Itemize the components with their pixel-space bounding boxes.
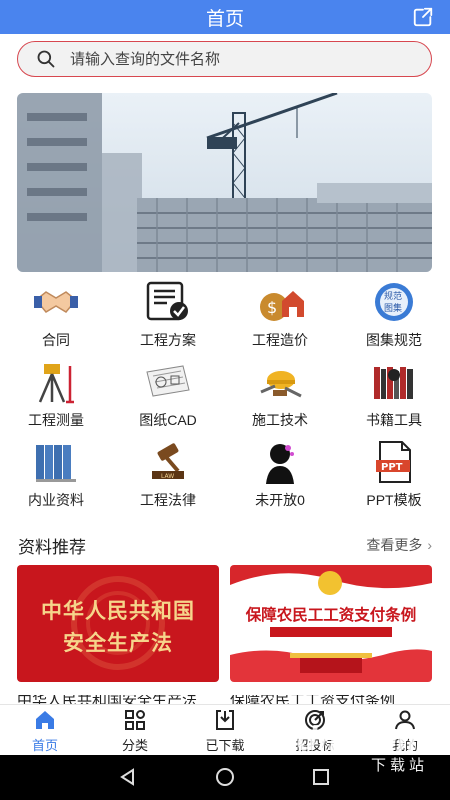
- svg-text:LAW: LAW: [161, 473, 174, 480]
- card-title-line2: 安全生产法: [63, 630, 173, 655]
- category-label: 工程造价: [252, 332, 308, 348]
- card-title-line1: 保障农民工工资支付条例: [245, 607, 417, 624]
- recommend-card[interactable]: 中华人民共和国 安全生产法: [17, 565, 219, 682]
- top-bar: 首页: [0, 0, 450, 34]
- tab-mine[interactable]: 我的: [360, 708, 450, 754]
- category-contract[interactable]: 合同: [0, 280, 112, 356]
- user-icon: [395, 710, 415, 730]
- svg-text:规范: 规范: [384, 290, 402, 302]
- bid-target-icon: [305, 710, 325, 730]
- tab-label: 首页: [31, 738, 58, 753]
- chevron-right-icon: ›: [427, 537, 432, 553]
- category-construction-tech[interactable]: 施工技术: [224, 360, 336, 436]
- tab-label: 已下载: [205, 738, 245, 753]
- category-engineering-law[interactable]: LAW 工程法律: [112, 440, 224, 516]
- category-label: 工程法律: [140, 492, 196, 508]
- banner-image[interactable]: [17, 93, 432, 272]
- category-label: 图集规范: [366, 332, 422, 348]
- view-more-label: 查看更多: [366, 537, 423, 553]
- category-atlas-standards[interactable]: 规范 图集 图集规范: [338, 280, 450, 356]
- category-label: 工程测量: [28, 412, 84, 428]
- category-internal-docs[interactable]: 内业资料: [0, 440, 112, 516]
- recommend-section-header: 资料推荐 查看更多 ›: [18, 534, 432, 557]
- system-nav-bar: [0, 755, 450, 800]
- search-bar[interactable]: [17, 41, 432, 77]
- books-icon: [369, 360, 419, 404]
- category-label: 图纸CAD: [139, 412, 197, 428]
- handshake-icon: [31, 280, 81, 324]
- app-screen: 首页 请输入查询的文件名称 合同 工程方案 $ 工程造价 规范 图集 图集规范 …: [0, 0, 450, 800]
- search-input[interactable]: [70, 50, 390, 68]
- search-icon: [37, 50, 55, 68]
- category-not-open[interactable]: 未开放0: [224, 440, 336, 516]
- back-icon[interactable]: [118, 767, 138, 787]
- svg-text:$: $: [267, 298, 277, 317]
- tab-label: 我的: [391, 738, 418, 753]
- category-grid-icon: [125, 710, 145, 730]
- category-engineering-plan[interactable]: 工程方案: [112, 280, 224, 356]
- category-books-tools[interactable]: 书籍工具: [338, 360, 450, 436]
- recommend-card[interactable]: 保障农民工工资支付条例: [230, 565, 432, 682]
- svg-text:PPT: PPT: [381, 462, 403, 473]
- download-icon: [216, 710, 234, 730]
- share-icon[interactable]: [412, 6, 434, 28]
- binders-icon: [31, 440, 81, 484]
- document-check-icon: [143, 280, 193, 324]
- tab-downloaded[interactable]: 已下载: [180, 708, 270, 754]
- bottom-tab-bar: 首页 分类 已下载 招投标 我的: [0, 704, 450, 755]
- money-house-icon: $: [255, 280, 305, 324]
- thinking-person-icon: [255, 440, 305, 484]
- tab-label: 分类: [121, 738, 148, 753]
- category-label: 工程方案: [140, 332, 196, 348]
- category-cost[interactable]: $ 工程造价: [224, 280, 336, 356]
- view-more-link[interactable]: 查看更多 ›: [366, 535, 432, 555]
- tab-home[interactable]: 首页: [0, 708, 90, 754]
- category-label: 未开放0: [255, 492, 305, 508]
- tab-bidding[interactable]: 招投标: [270, 708, 360, 754]
- construction-crane-illustration: [17, 93, 432, 272]
- cad-drawing-icon: [143, 360, 193, 404]
- category-survey[interactable]: 工程测量: [0, 360, 112, 436]
- home-circle-icon[interactable]: [215, 767, 235, 787]
- category-label: 书籍工具: [366, 412, 422, 428]
- page-title: 首页: [205, 8, 244, 30]
- category-label: 内业资料: [28, 492, 84, 508]
- home-icon: [36, 711, 54, 729]
- gavel-icon: LAW: [143, 440, 193, 484]
- category-label: 施工技术: [252, 412, 308, 428]
- tab-category[interactable]: 分类: [90, 708, 180, 754]
- category-label: PPT模板: [366, 492, 422, 508]
- category-cad[interactable]: 图纸CAD: [112, 360, 224, 436]
- card-title-line1: 中华人民共和国: [41, 598, 195, 623]
- ppt-file-icon: PPT: [369, 440, 419, 484]
- recent-apps-icon[interactable]: [311, 767, 331, 787]
- svg-text:图集: 图集: [384, 302, 402, 314]
- standards-globe-icon: 规范 图集: [369, 280, 419, 324]
- category-ppt-template[interactable]: PPT PPT模板: [338, 440, 450, 516]
- section-title: 资料推荐: [18, 537, 86, 557]
- category-label: 合同: [42, 332, 70, 348]
- tab-label: 招投标: [295, 738, 335, 753]
- construction-tools-icon: [255, 360, 305, 404]
- survey-tripod-icon: [31, 360, 81, 404]
